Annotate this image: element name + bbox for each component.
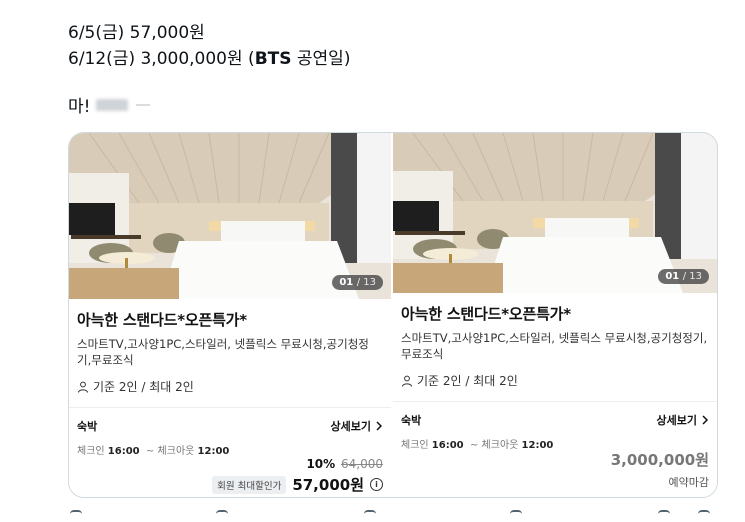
original-price: 64,000	[341, 457, 383, 471]
person-icon	[78, 381, 88, 393]
divider	[393, 401, 717, 402]
tweet-line-1: 6/5(금) 57,000원	[68, 23, 205, 43]
price-area: 10% 64,000 회원 최대할인가 57,000원 i	[212, 457, 383, 495]
room-capacity: 기준 2인 / 최대 2인	[401, 372, 709, 389]
retweet-icon[interactable]	[216, 510, 228, 522]
tweet-line-3-text: 마!	[68, 97, 91, 117]
tweet-line-2-suffix: 공연일)	[291, 49, 351, 69]
redacted-text-tail	[136, 103, 151, 106]
room-photo[interactable]: 01 / 13	[69, 133, 391, 299]
like-icon[interactable]	[364, 510, 376, 522]
views-icon[interactable]	[510, 510, 522, 522]
sold-out-status: 예약마감	[668, 476, 709, 489]
detail-label: 상세보기	[330, 420, 371, 433]
detail-button[interactable]: 상세보기	[657, 412, 709, 428]
room-capacity: 기준 2인 / 최대 2인	[77, 378, 383, 395]
bookmark-icon[interactable]	[658, 510, 670, 522]
discount-percent: 10%	[306, 457, 336, 471]
reply-icon[interactable]	[70, 510, 82, 522]
capacity-text: 기준 2인 / 최대 2인	[417, 374, 518, 388]
detail-label: 상세보기	[656, 414, 697, 427]
room-description: 스마트TV,고사양1PC,스타일러, 넷플릭스 무료시청,공기청정기,무료조식	[77, 337, 369, 367]
tweet-line-2: 6/12(금) 3,000,000원 (BTS 공연일)	[68, 44, 350, 69]
image-counter: 01 / 13	[658, 269, 709, 284]
detail-button[interactable]: 상세보기	[331, 418, 383, 434]
room-photo[interactable]: 01 / 13	[393, 133, 717, 293]
chevron-right-icon	[702, 415, 709, 425]
room-title: 아늑한 스탠다드*오픈특가*	[77, 311, 247, 329]
person-icon	[402, 375, 412, 387]
chevron-right-icon	[376, 421, 383, 431]
redacted-text	[96, 98, 129, 111]
checkin-times: 체크인 16:00 ~ 체크아웃 12:00	[77, 446, 230, 457]
share-icon[interactable]	[698, 510, 710, 522]
image-attachment[interactable]: 01 / 13 아늑한 스탠다드*오픈특가* 스마트TV,고사양1PC,스타일러…	[68, 132, 718, 498]
image-counter: 01 / 13	[332, 275, 383, 290]
capacity-text: 기준 2인 / 최대 2인	[93, 380, 194, 394]
final-price: 57,000원	[292, 476, 364, 494]
divider	[69, 407, 391, 408]
room-description: 스마트TV,고사양1PC,스타일러, 넷플릭스 무료시청,공기청정기,무료조식	[401, 331, 708, 361]
tweet-action-bar	[68, 510, 718, 520]
room-card[interactable]: 01 / 13 아늑한 스탠다드*오픈특가* 스마트TV,고사양1PC,스타일러…	[393, 133, 717, 497]
tweet-line-3: 마!	[68, 92, 151, 117]
room-price: 3,000,000원	[610, 451, 709, 469]
info-icon[interactable]: i	[370, 478, 383, 491]
room-title: 아늑한 스탠다드*오픈특가*	[401, 305, 571, 323]
tweet-line-2-bold: BTS	[254, 49, 292, 69]
stay-label: 숙박	[77, 420, 98, 433]
room-card[interactable]: 01 / 13 아늑한 스탠다드*오픈특가* 스마트TV,고사양1PC,스타일러…	[69, 133, 391, 497]
tweet-line-2-prefix: 6/12(금) 3,000,000원 (	[68, 49, 255, 69]
price-area: 3,000,000원 예약마감	[611, 449, 709, 490]
stay-label: 숙박	[401, 414, 422, 427]
member-discount-badge: 회원 최대할인가	[212, 475, 287, 494]
